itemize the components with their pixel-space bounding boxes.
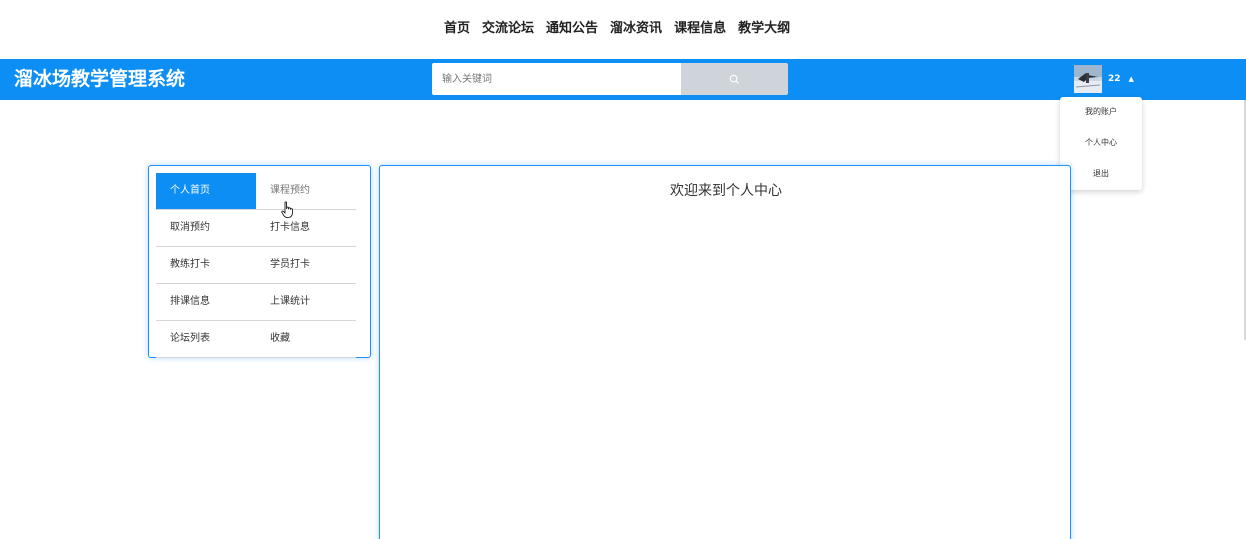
nav-item-syllabus[interactable]: 教学大纲 <box>738 20 790 38</box>
sidebar-item-schedule-info[interactable]: 排课信息 <box>156 284 256 320</box>
menu-row: 排课信息 上课统计 <box>156 284 356 321</box>
sidebar-item-forum-list[interactable]: 论坛列表 <box>156 321 256 357</box>
avatar[interactable] <box>1074 65 1102 93</box>
sidebar-item-personal-home[interactable]: 个人首页 <box>156 173 256 209</box>
main-content-panel: 欢迎来到个人中心 <box>379 165 1071 539</box>
menu-row: 个人首页 课程预约 <box>156 173 356 210</box>
menu-item-personal-center[interactable]: 个人中心 <box>1060 136 1142 150</box>
user-name[interactable]: 22 <box>1108 74 1121 84</box>
search-box <box>432 63 788 95</box>
nav-item-forum[interactable]: 交流论坛 <box>482 20 534 38</box>
hand-cursor-icon <box>281 201 293 218</box>
menu-row: 教练打卡 学员打卡 <box>156 247 356 284</box>
top-nav-list: 首页 交流论坛 通知公告 溜冰资讯 课程信息 教学大纲 <box>438 20 796 38</box>
menu-row: 论坛列表 收藏 <box>156 321 356 358</box>
header-bar: 溜冰场教学管理系统 22 ▲ <box>0 59 1246 100</box>
user-menu-toggle[interactable]: 22 ▲ <box>1074 63 1134 95</box>
sidebar-item-coach-checkin[interactable]: 教练打卡 <box>156 247 256 283</box>
nav-item-courses[interactable]: 课程信息 <box>674 20 726 38</box>
sidebar-item-cancel-booking[interactable]: 取消预约 <box>156 210 256 246</box>
sidebar-item-checkin-info[interactable]: 打卡信息 <box>256 210 356 246</box>
menu-item-logout[interactable]: 退出 <box>1060 167 1142 181</box>
sidebar: 个人首页 课程预约 取消预约 打卡信息 教练打卡 学员打卡 排课信息 上课统计 … <box>148 165 371 358</box>
user-dropdown-menu: 我的账户 个人中心 退出 <box>1060 97 1142 190</box>
search-input[interactable] <box>432 63 681 95</box>
menu-item-my-account[interactable]: 我的账户 <box>1060 105 1142 119</box>
search-icon <box>729 74 740 84</box>
sidebar-item-course-booking[interactable]: 课程预约 <box>256 173 356 209</box>
site-title: 溜冰场教学管理系统 <box>14 68 186 90</box>
caret-up-icon: ▲ <box>1128 75 1134 83</box>
sidebar-item-favorites[interactable]: 收藏 <box>256 321 356 357</box>
nav-item-news[interactable]: 溜冰资讯 <box>610 20 662 38</box>
top-navigation: 首页 交流论坛 通知公告 溜冰资讯 课程信息 教学大纲 <box>0 0 1246 59</box>
nav-item-notices[interactable]: 通知公告 <box>546 20 598 38</box>
sidebar-menu: 个人首页 课程预约 取消预约 打卡信息 教练打卡 学员打卡 排课信息 上课统计 … <box>156 173 356 358</box>
menu-row: 取消预约 打卡信息 <box>156 210 356 247</box>
sidebar-item-student-checkin[interactable]: 学员打卡 <box>256 247 356 283</box>
sidebar-item-class-stats[interactable]: 上课统计 <box>256 284 356 320</box>
page-title: 欢迎来到个人中心 <box>670 183 782 199</box>
search-button[interactable] <box>681 63 788 95</box>
nav-item-home[interactable]: 首页 <box>444 20 470 38</box>
